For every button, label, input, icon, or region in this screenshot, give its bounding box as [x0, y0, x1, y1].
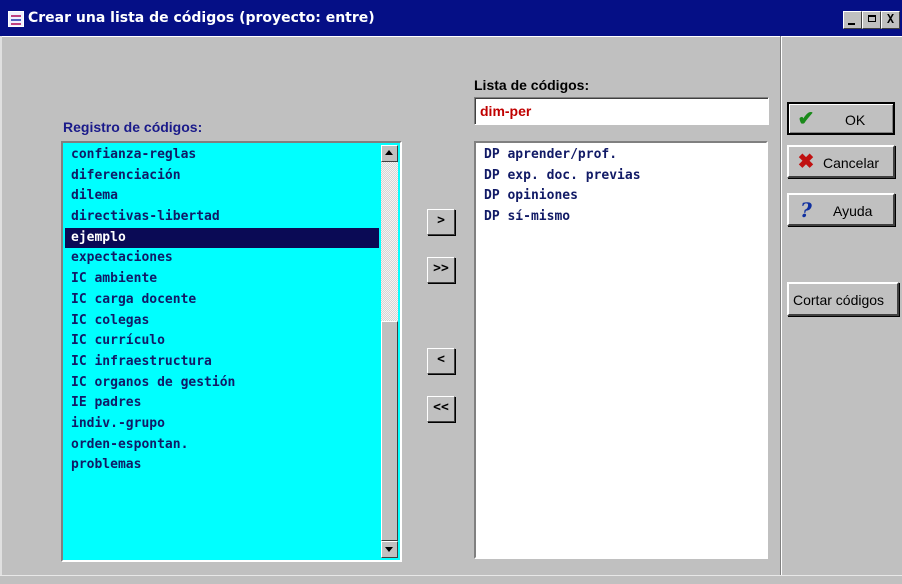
left-border — [0, 36, 2, 584]
ok-label: OK — [845, 112, 866, 128]
code-list-name-value: dim-per — [480, 103, 532, 119]
window-controls: X — [843, 11, 900, 30]
registro-list-item[interactable]: IC ambiente — [65, 269, 381, 290]
registro-items: confianza-reglas diferenciación dilema dire… — [65, 145, 381, 558]
lista-list-item[interactable]: DP opiniones — [478, 186, 764, 207]
cancel-button[interactable]: ✖ Cancelar — [787, 145, 895, 178]
registro-list-item[interactable]: ejemplo — [65, 227, 379, 249]
close-button[interactable]: X — [881, 11, 900, 29]
registro-list-item[interactable]: diferenciación — [65, 166, 381, 187]
registro-list-item[interactable]: IC infraestructura — [65, 352, 381, 373]
lista-listbox[interactable]: DP aprender/prof. DP exp. doc. previas DP … — [474, 141, 768, 559]
question-icon: ? — [800, 198, 812, 222]
x-icon: ✖ — [797, 151, 815, 173]
cut-codes-button[interactable]: Cortar códigos — [787, 282, 899, 316]
add-all-codes-button[interactable]: >> — [427, 257, 455, 283]
minimize-button[interactable] — [843, 11, 862, 29]
registro-list-item[interactable]: orden-espontan. — [65, 435, 381, 456]
registro-list-item[interactable]: IC currículo — [65, 331, 381, 352]
registro-scrollbar[interactable] — [381, 145, 398, 558]
remove-all-codes-button[interactable]: << — [427, 396, 455, 422]
code-list-name-input[interactable]: dim-per — [474, 97, 769, 125]
lista-list-item[interactable]: DP aprender/prof. — [478, 145, 764, 166]
scroll-thumb[interactable] — [381, 321, 398, 541]
registro-list-item[interactable]: problemas — [65, 455, 381, 476]
add-code-button[interactable]: > — [427, 209, 455, 235]
maximize-button[interactable] — [862, 11, 881, 29]
right-panel-divider-highlight — [781, 36, 782, 584]
registro-list-item[interactable]: directivas-libertad — [65, 207, 381, 228]
check-icon: ✔ — [797, 108, 815, 130]
client-divider — [0, 36, 902, 37]
registro-list-item[interactable]: IC carga docente — [65, 290, 381, 311]
registro-label: Registro de códigos: — [63, 119, 203, 135]
registro-listbox[interactable]: confianza-reglas diferenciación dilema dire… — [61, 141, 402, 562]
window-title: Crear una lista de códigos (proyecto: en… — [28, 10, 375, 26]
registro-list-item[interactable]: IE padres — [65, 393, 381, 414]
app-icon[interactable] — [8, 11, 24, 27]
remove-code-button[interactable]: < — [427, 348, 455, 374]
scroll-down-button[interactable] — [381, 541, 398, 558]
lista-label: Lista de códigos: — [474, 77, 590, 93]
registro-list-item[interactable]: dilema — [65, 186, 381, 207]
bottom-border — [0, 575, 902, 584]
help-label: Ayuda — [833, 203, 873, 219]
lista-items: DP aprender/prof. DP exp. doc. previas DP … — [478, 145, 764, 555]
dialog-window: Crear una lista de códigos (proyecto: en… — [0, 0, 902, 584]
registro-list-item[interactable]: confianza-reglas — [65, 145, 381, 166]
registro-list-item[interactable]: IC organos de gestión — [65, 373, 381, 394]
registro-list-item[interactable]: expectaciones — [65, 248, 381, 269]
ok-button[interactable]: ✔ OK — [787, 102, 895, 135]
lista-list-item[interactable]: DP exp. doc. previas — [478, 166, 764, 187]
scroll-up-button[interactable] — [381, 145, 398, 162]
registro-list-item[interactable]: IC colegas — [65, 311, 381, 332]
cut-codes-label: Cortar códigos — [793, 292, 885, 308]
help-button[interactable]: ? Ayuda — [787, 193, 895, 226]
cancel-label: Cancelar — [823, 155, 880, 171]
title-bar[interactable]: Crear una lista de códigos (proyecto: en… — [0, 0, 902, 36]
registro-list-item[interactable]: indiv.-grupo — [65, 414, 381, 435]
lista-list-item[interactable]: DP sí-mismo — [478, 207, 764, 228]
